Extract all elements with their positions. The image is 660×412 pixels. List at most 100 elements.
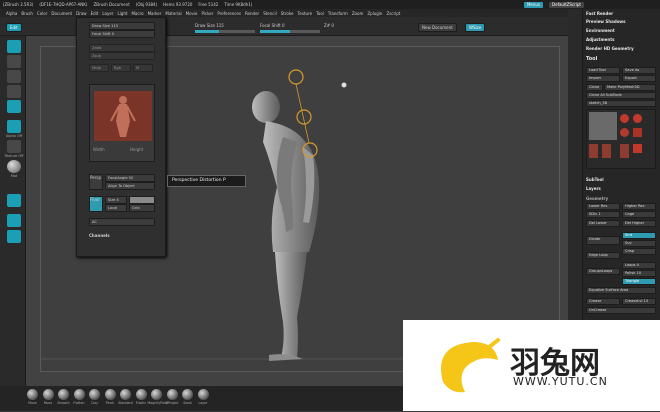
subtool-item[interactable]: SubTool (586, 177, 604, 182)
tool-brush-icon[interactable] (7, 100, 21, 113)
popup-channels-label[interactable]: Channels (89, 233, 110, 238)
popup-size[interactable]: Size 4 (105, 196, 127, 204)
brush-move-icon[interactable] (27, 389, 38, 400)
switch-color-icon[interactable] (7, 214, 21, 227)
cylinder-thumbnail[interactable] (620, 128, 629, 137)
brush-magnifypoint-icon[interactable] (151, 389, 162, 400)
menu-brush[interactable]: Brush (21, 11, 33, 16)
focal-shift-slider[interactable] (260, 30, 320, 33)
menu-draw[interactable]: Draw (76, 11, 86, 16)
menu-movie[interactable]: Movie (186, 11, 198, 16)
brush-flatten-icon[interactable] (73, 389, 85, 400)
popup-color-swatch[interactable] (129, 196, 155, 204)
popup-persp-button[interactable]: Persp (89, 174, 103, 190)
popup-preview-frame[interactable]: Width Height (89, 84, 155, 162)
figure-thumbnail-2[interactable] (602, 144, 611, 158)
cage-button[interactable]: Cage (622, 211, 656, 218)
z-intensity-label[interactable]: Z# 0 (324, 23, 334, 28)
menu-material[interactable]: Material (165, 11, 181, 16)
groups-loops-button[interactable]: GroupsLoops (586, 268, 620, 275)
gradient-icon[interactable] (7, 230, 21, 243)
default-zscript-button[interactable]: DefaultZScript (549, 1, 584, 8)
popup-zsub[interactable]: Zsub (89, 52, 155, 60)
tool-stroke-icon[interactable] (7, 120, 21, 133)
menu-light[interactable]: Light (117, 11, 127, 16)
clone-all-subtools-button[interactable]: Clone All SubTools (586, 92, 656, 99)
sphere-thumbnail[interactable] (620, 114, 629, 123)
tool-edit-icon[interactable] (7, 40, 21, 53)
crisp-toggle[interactable]: Crisp (622, 248, 656, 255)
alpha-thumbnail-icon[interactable] (7, 140, 21, 153)
brush-pinch-icon[interactable] (104, 389, 116, 400)
menu-render[interactable]: Render (245, 11, 259, 16)
menu-transform[interactable]: Transform (328, 11, 348, 16)
uncrease-button[interactable]: UnCrease (586, 307, 656, 314)
current-tool-slider[interactable]: sketch_58 (586, 100, 656, 107)
draw-size-slider[interactable] (195, 30, 255, 33)
menu-zplugin[interactable]: Zplugin (367, 11, 382, 16)
menu-marker[interactable]: Marker (148, 11, 162, 16)
brush-layer-icon[interactable] (197, 389, 209, 400)
menu-stencil[interactable]: Stencil (263, 11, 277, 16)
popup-focal-angle[interactable]: FocalAngle 50 (105, 174, 155, 182)
crease-button[interactable]: Crease (586, 298, 620, 305)
higher-res-button[interactable]: Higher Res (622, 203, 656, 210)
menu-preferences[interactable]: Preferences (217, 11, 241, 16)
edge-loop-button[interactable]: Edge Loop (586, 252, 620, 259)
popup-draw-size[interactable]: Draw Size 115 (89, 22, 155, 30)
menu-zscript[interactable]: Zscript (386, 11, 400, 16)
layers-item[interactable]: Layers (586, 186, 601, 191)
polymesh-thumbnail[interactable] (633, 128, 642, 137)
brush-elastic-icon[interactable] (135, 389, 147, 400)
tool-rotate-icon[interactable] (7, 85, 21, 98)
menu-zoom[interactable]: Zoom (352, 11, 364, 16)
wsize-button[interactable]: WSize (465, 23, 486, 32)
menu-layer[interactable]: Layer (102, 11, 113, 16)
menu-stroke[interactable]: Stroke (281, 11, 294, 16)
plane-thumbnail[interactable] (633, 144, 642, 153)
del-higher-button[interactable]: Del Higher (622, 220, 656, 227)
sdiv-slider[interactable]: SDiv 1 (586, 211, 620, 218)
environment-item[interactable]: Environment (586, 28, 615, 33)
popup-grid[interactable]: Grid (129, 204, 155, 212)
brush-zproject-icon[interactable] (166, 389, 178, 400)
tool-move-icon[interactable] (7, 55, 21, 68)
brush-slash-icon[interactable] (182, 389, 193, 400)
figure-thumbnail-1[interactable] (589, 144, 598, 158)
menu-color[interactable]: Color (37, 11, 47, 16)
suv-toggle[interactable]: Suv (622, 240, 656, 247)
figure-thumbnail-3[interactable] (620, 144, 629, 158)
lower-res-button[interactable]: Lower Res (586, 203, 620, 210)
menu-macro[interactable]: Macro (131, 11, 143, 16)
popup-local[interactable]: Local (105, 204, 127, 212)
clone-button[interactable]: Clone (586, 84, 603, 91)
popup-m[interactable]: M (133, 64, 153, 72)
brush-standard-icon[interactable] (120, 389, 131, 400)
geometry-item[interactable]: Geometry (586, 196, 608, 201)
tool-thumbnails-grid[interactable] (586, 109, 656, 169)
divide-button[interactable]: Divide (586, 236, 620, 245)
sphere3d-thumbnail[interactable] (633, 114, 642, 123)
popup-focal-shift[interactable]: Focal Shift 0 (89, 30, 155, 38)
sketch-tool-thumbnail[interactable] (589, 112, 617, 140)
popup-mrgb[interactable]: Mrgb (89, 64, 109, 72)
preview-shadows-item[interactable]: Preview Shadows (586, 19, 626, 24)
menu-alpha[interactable]: Alpha (6, 11, 17, 16)
fast-render-item[interactable]: Fast Render (586, 11, 613, 16)
menu-tool[interactable]: Tool (316, 11, 324, 16)
loops-slider[interactable]: Loops 4 (622, 262, 656, 269)
del-lower-button[interactable]: Del Lower (586, 220, 620, 227)
popup-zadd[interactable]: Zadd (89, 44, 155, 52)
tool-scale-icon[interactable] (7, 70, 21, 83)
import-button[interactable]: Import (586, 75, 620, 82)
polish-slider[interactable]: Polish 10 (622, 270, 656, 277)
material-sphere-icon[interactable] (7, 160, 21, 173)
brush-move-icon[interactable] (42, 389, 54, 400)
tool-palette-title[interactable]: Tool (586, 56, 597, 62)
menus-button[interactable]: Menus (523, 1, 544, 8)
brush-clay-icon[interactable] (89, 389, 100, 400)
popup-align-to-object[interactable]: Align To Object (105, 182, 155, 190)
popup-ac[interactable]: AC (89, 218, 155, 226)
save-as-button[interactable]: Save As (622, 67, 656, 74)
edit-button[interactable]: Edit (6, 23, 22, 32)
